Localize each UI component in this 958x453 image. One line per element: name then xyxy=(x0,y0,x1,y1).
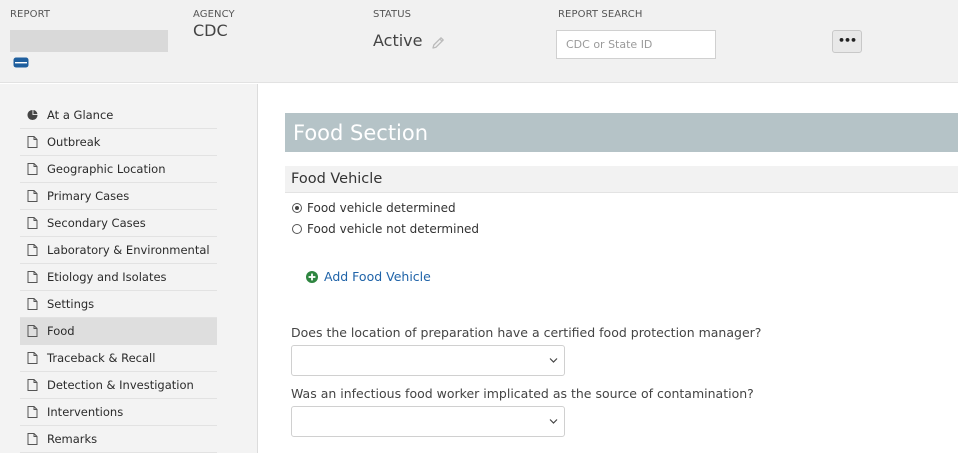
sidebar-item-label: Outbreak xyxy=(47,135,101,149)
database-icon[interactable] xyxy=(13,57,29,68)
infectious-worker-select[interactable] xyxy=(291,406,565,437)
document-icon xyxy=(27,163,38,175)
document-icon xyxy=(27,379,38,391)
sidebar-item-label: Etiology and Isolates xyxy=(47,270,167,284)
radio-label: Food vehicle not determined xyxy=(307,222,480,236)
document-icon xyxy=(27,190,38,202)
sidebar-item-label: Detection & Investigation xyxy=(47,378,194,392)
sidebar-item-geographic-location[interactable]: Geographic Location xyxy=(20,156,217,183)
sidebar-item-label: Geographic Location xyxy=(47,162,166,176)
subsection-title: Food Vehicle xyxy=(285,166,958,193)
section-title: Food Section xyxy=(285,113,958,152)
sidebar-item-label: Traceback & Recall xyxy=(47,351,156,365)
add-food-vehicle-link[interactable]: Add Food Vehicle xyxy=(306,269,431,284)
agency-value: CDC xyxy=(193,21,228,40)
sidebar-item-at-a-glance[interactable]: At a Glance xyxy=(20,102,217,129)
more-options-button[interactable]: ••• xyxy=(832,30,862,53)
sidebar-item-secondary-cases[interactable]: Secondary Cases xyxy=(20,210,217,237)
report-id-redacted xyxy=(10,30,168,52)
sidebar-item-interventions[interactable]: Interventions xyxy=(20,399,217,426)
agency-label: AGENCY xyxy=(193,9,235,20)
sidebar-item-settings[interactable]: Settings xyxy=(20,291,217,318)
report-label: REPORT xyxy=(10,9,51,20)
sidebar-item-label: Settings xyxy=(47,297,95,311)
radio-label: Food vehicle determined xyxy=(307,201,456,215)
ellipsis-icon: ••• xyxy=(837,33,857,47)
report-search-input[interactable] xyxy=(556,30,716,59)
certified-manager-select[interactable] xyxy=(291,345,565,376)
sidebar-item-remarks[interactable]: Remarks xyxy=(20,426,217,453)
sidebar-item-label: Remarks xyxy=(47,432,98,446)
document-icon xyxy=(27,325,38,337)
sidebar-item-outbreak[interactable]: Outbreak xyxy=(20,129,217,156)
report-search-label: REPORT SEARCH xyxy=(558,9,643,20)
chevron-down-icon xyxy=(549,358,558,363)
document-icon xyxy=(27,352,38,364)
status-label: STATUS xyxy=(373,9,412,20)
pie-chart-icon xyxy=(27,109,38,121)
sidebar-item-label: At a Glance xyxy=(47,108,114,122)
sidebar-item-label: Interventions xyxy=(47,405,124,419)
document-icon xyxy=(27,217,38,229)
radio-button-checked[interactable] xyxy=(292,203,302,213)
sidebar-item-label: Primary Cases xyxy=(47,189,130,203)
document-icon xyxy=(27,433,38,445)
document-icon xyxy=(27,406,38,418)
sidebar-item-traceback-recall[interactable]: Traceback & Recall xyxy=(20,345,217,372)
sidebar-item-label: Secondary Cases xyxy=(47,216,146,230)
sidebar-item-detection-investigation[interactable]: Detection & Investigation xyxy=(20,372,217,399)
sidebar-item-label: Laboratory & Environmental xyxy=(47,243,210,257)
status-value: Active xyxy=(373,31,423,50)
sidebar-item-primary-cases[interactable]: Primary Cases xyxy=(20,183,217,210)
plus-circle-icon xyxy=(306,270,318,283)
question-certified-manager: Does the location of preparation have a … xyxy=(291,325,762,340)
sidebar-item-food[interactable]: Food xyxy=(20,318,217,345)
add-food-vehicle-label: Add Food Vehicle xyxy=(324,269,431,284)
sidebar-item-laboratory-environmental[interactable]: Laboratory & Environmental xyxy=(20,237,217,264)
chevron-down-icon xyxy=(549,419,558,424)
document-icon xyxy=(27,271,38,283)
sidebar-item-etiology-isolates[interactable]: Etiology and Isolates xyxy=(20,264,217,291)
radio-button[interactable] xyxy=(292,224,302,234)
pencil-icon[interactable] xyxy=(431,36,445,50)
sidebar-item-label: Food xyxy=(47,324,75,338)
radio-food-vehicle-not-determined[interactable]: Food vehicle not determined xyxy=(292,222,479,236)
document-icon xyxy=(27,298,38,310)
question-infectious-worker: Was an infectious food worker implicated… xyxy=(291,386,754,401)
sidebar-nav: At a Glance Outbreak Geographic Location… xyxy=(0,84,258,453)
document-icon xyxy=(27,244,38,256)
document-icon xyxy=(27,136,38,148)
report-header: REPORT AGENCY CDC STATUS Active REPORT S… xyxy=(0,0,958,83)
radio-food-vehicle-determined[interactable]: Food vehicle determined xyxy=(292,201,456,215)
